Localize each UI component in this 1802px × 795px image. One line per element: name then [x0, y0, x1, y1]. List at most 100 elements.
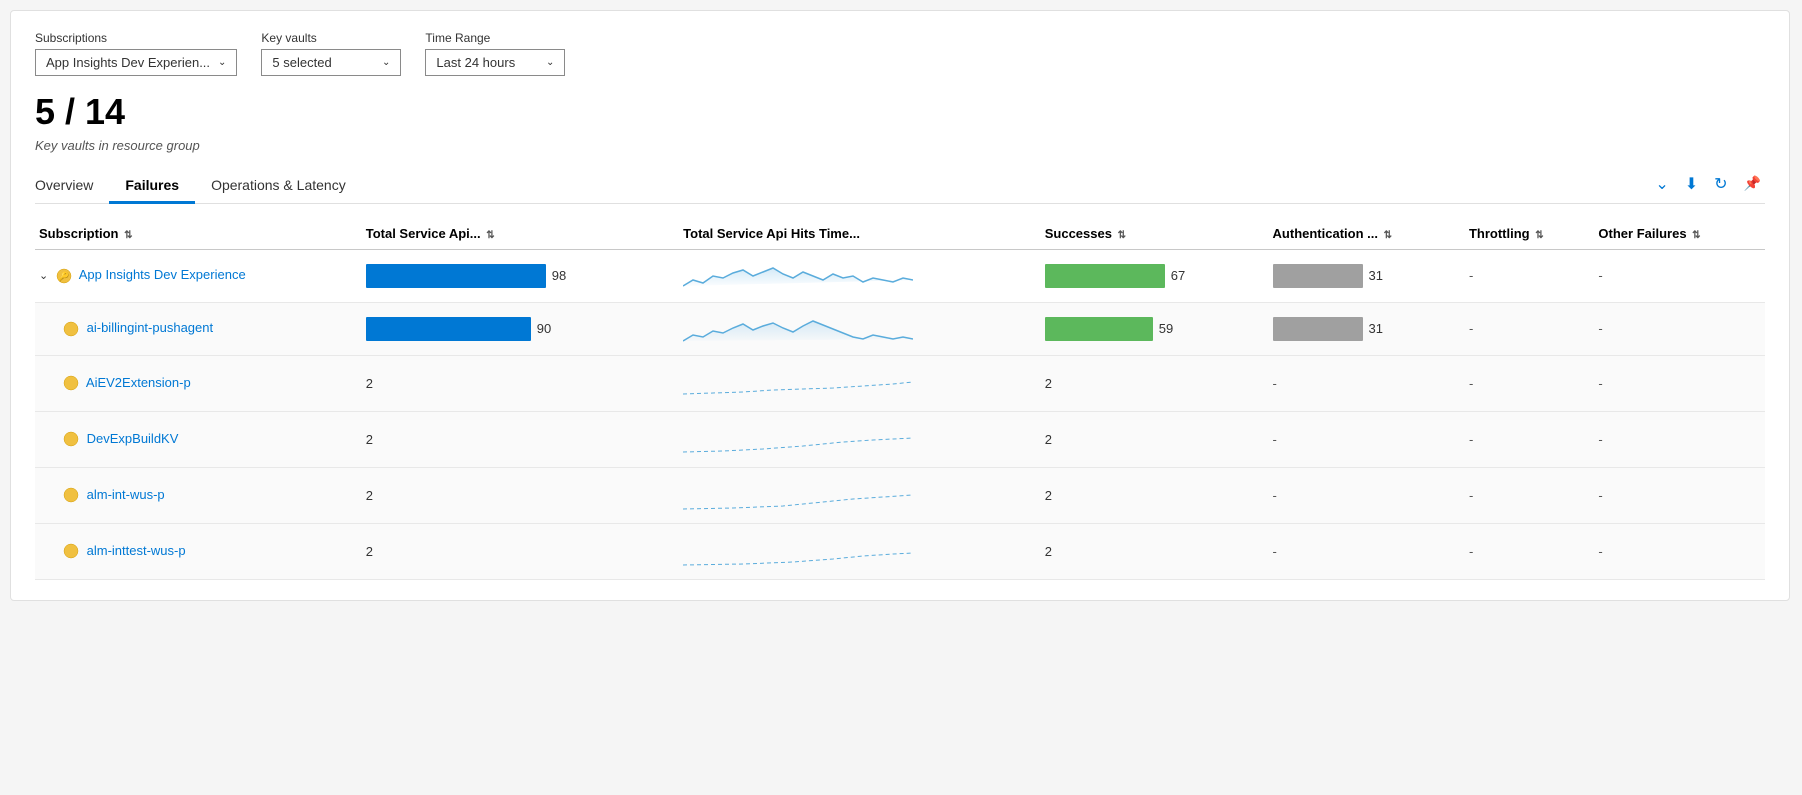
successes-value: 67: [1171, 268, 1185, 283]
col-other-failures: Other Failures ⇅: [1594, 220, 1765, 250]
total-api-cell: 2: [362, 355, 679, 411]
total-api-cell: 2: [362, 523, 679, 579]
subscription-cell: DevExpBuildKV: [35, 411, 362, 467]
other-failures-cell: -: [1594, 411, 1765, 467]
subscription-link[interactable]: alm-int-wus-p: [87, 487, 165, 502]
tabs-row: Overview Failures Operations & Latency ⌄…: [35, 169, 1765, 204]
other-failures-cell: -: [1594, 249, 1765, 302]
other-failures-cell: -: [1594, 355, 1765, 411]
throttling-value: -: [1469, 321, 1473, 336]
total-api-value: 98: [552, 268, 566, 283]
auth-cell: -: [1269, 355, 1465, 411]
auth-bar: [1273, 264, 1363, 288]
throttling-value: -: [1469, 268, 1473, 283]
subscription-link[interactable]: AiEV2Extension-p: [86, 375, 191, 390]
tab-overview[interactable]: Overview: [35, 169, 109, 204]
subscriptions-dropdown[interactable]: App Insights Dev Experien... ⌄: [35, 49, 237, 76]
sort-other-failures-icon[interactable]: ⇅: [1692, 230, 1700, 241]
tab-actions: ⌄ ⬇ ↻ 📌: [1651, 172, 1765, 200]
other-failures-cell: -: [1594, 302, 1765, 355]
successes-bar-container: 59: [1045, 317, 1261, 341]
sparkline-cell-1: [679, 249, 1041, 302]
throttling-cell: -: [1465, 249, 1594, 302]
other-failures-value: -: [1598, 321, 1602, 336]
subscription-link[interactable]: alm-inttest-wus-p: [87, 543, 186, 558]
table-row: alm-inttest-wus-p 2 2 - - -: [35, 523, 1765, 579]
successes-cell: 67: [1041, 249, 1269, 302]
summary-count: 5 / 14: [35, 92, 1765, 132]
refresh-button[interactable]: ↻: [1710, 172, 1731, 196]
keyvault-icon: [63, 543, 79, 559]
timerange-dropdown[interactable]: Last 24 hours ⌄: [425, 49, 565, 76]
col-auth: Authentication ... ⇅: [1269, 220, 1465, 250]
subscription-link[interactable]: ai-billingint-pushagent: [87, 320, 213, 335]
sort-auth-icon[interactable]: ⇅: [1384, 230, 1392, 241]
sparkline-cell-5: [679, 467, 1041, 523]
auth-cell: -: [1269, 523, 1465, 579]
timerange-chevron-icon: ⌄: [546, 57, 554, 68]
throttling-cell: -: [1465, 355, 1594, 411]
table-row: DevExpBuildKV 2 2 - - -: [35, 411, 1765, 467]
main-container: Subscriptions App Insights Dev Experien.…: [10, 10, 1790, 601]
auth-cell: -: [1269, 467, 1465, 523]
subscription-link[interactable]: App Insights Dev Experience: [79, 267, 246, 282]
throttling-cell: -: [1465, 411, 1594, 467]
expand-icon[interactable]: ⌄: [39, 270, 48, 282]
keyvault-icon: 🔑: [56, 268, 72, 284]
total-api-cell: 90: [362, 302, 679, 355]
col-subscription: Subscription ⇅: [35, 220, 362, 250]
sparkline-cell-6: [679, 523, 1041, 579]
total-api-bar-container: 98: [366, 264, 671, 288]
subscription-cell: ai-billingint-pushagent: [35, 302, 362, 355]
table-row: ⌄ 🔑 App Insights Dev Experience 98: [35, 249, 1765, 302]
total-api-cell: 2: [362, 411, 679, 467]
keyvaults-value: 5 selected: [272, 55, 331, 70]
collapse-button[interactable]: ⌄: [1651, 172, 1672, 196]
tab-operations-latency[interactable]: Operations & Latency: [195, 169, 362, 204]
successes-bar-container: 67: [1045, 264, 1261, 288]
other-failures-value: -: [1598, 268, 1602, 283]
total-api-cell: 98: [362, 249, 679, 302]
total-api-bar: [366, 317, 531, 341]
auth-bar-container: 31: [1273, 264, 1457, 288]
tab-failures[interactable]: Failures: [109, 169, 195, 204]
successes-bar: [1045, 317, 1153, 341]
subscription-cell: AiEV2Extension-p: [35, 355, 362, 411]
throttling-cell: -: [1465, 467, 1594, 523]
sort-throttling-icon[interactable]: ⇅: [1535, 230, 1543, 241]
timerange-value: Last 24 hours: [436, 55, 515, 70]
pin-button[interactable]: 📌: [1740, 173, 1765, 194]
svg-text:🔑: 🔑: [58, 270, 69, 282]
download-button[interactable]: ⬇: [1681, 172, 1702, 196]
sparkline-cell-2: [679, 302, 1041, 355]
subscriptions-label: Subscriptions: [35, 31, 237, 45]
sort-subscription-icon[interactable]: ⇅: [124, 230, 132, 241]
table-header-row: Subscription ⇅ Total Service Api... ⇅ To…: [35, 220, 1765, 250]
keyvaults-filter: Key vaults 5 selected ⌄: [261, 31, 401, 76]
keyvault-icon: [63, 375, 79, 391]
table-row: alm-int-wus-p 2 2 - - -: [35, 467, 1765, 523]
successes-bar: [1045, 264, 1165, 288]
subscriptions-filter: Subscriptions App Insights Dev Experien.…: [35, 31, 237, 76]
timerange-filter: Time Range Last 24 hours ⌄: [425, 31, 565, 76]
keyvaults-chevron-icon: ⌄: [382, 57, 390, 68]
subscriptions-chevron-icon: ⌄: [218, 57, 226, 68]
sparkline-cell-3: [679, 355, 1041, 411]
subscription-cell: alm-int-wus-p: [35, 467, 362, 523]
sort-total-api-icon[interactable]: ⇅: [486, 230, 494, 241]
auth-value: 31: [1369, 268, 1383, 283]
auth-cell: 31: [1269, 249, 1465, 302]
keyvaults-dropdown[interactable]: 5 selected ⌄: [261, 49, 401, 76]
successes-cell: 2: [1041, 523, 1269, 579]
sparkline-1: [683, 258, 913, 294]
sparkline-cell-4: [679, 411, 1041, 467]
keyvault-icon: [63, 487, 79, 503]
throttling-cell: -: [1465, 302, 1594, 355]
other-failures-cell: -: [1594, 467, 1765, 523]
filters-row: Subscriptions App Insights Dev Experien.…: [35, 31, 1765, 76]
subscription-link[interactable]: DevExpBuildKV: [87, 431, 179, 446]
sort-successes-icon[interactable]: ⇅: [1118, 230, 1126, 241]
data-table: Subscription ⇅ Total Service Api... ⇅ To…: [35, 220, 1765, 580]
auth-bar: [1273, 317, 1363, 341]
other-failures-cell: -: [1594, 523, 1765, 579]
